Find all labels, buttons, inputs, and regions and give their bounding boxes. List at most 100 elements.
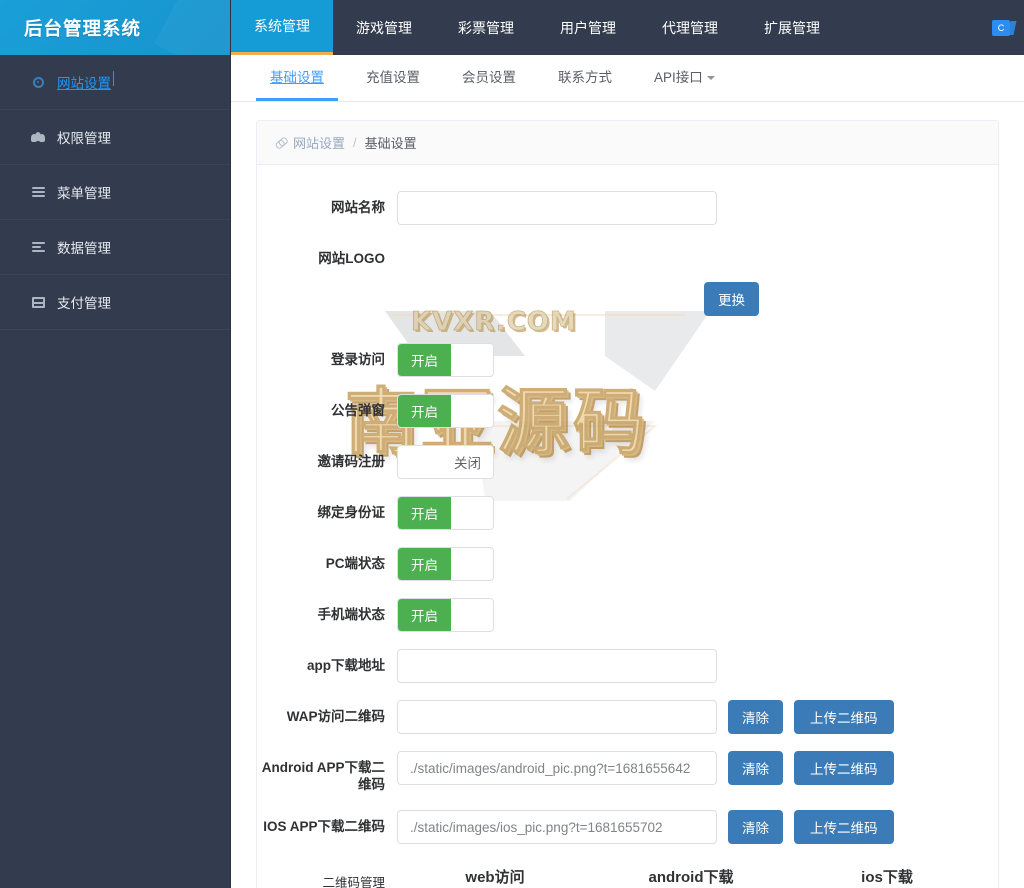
android-qr-clear-button[interactable]: 清除 bbox=[728, 751, 783, 785]
brand-header: 后台管理系统 bbox=[0, 0, 230, 55]
sidebar-item-label: 网站设置 bbox=[57, 71, 114, 92]
invite-code-register-toggle[interactable]: 关闭 bbox=[397, 445, 494, 479]
field-label: PC端状态 bbox=[325, 556, 385, 571]
breadcrumb-separator: / bbox=[353, 135, 357, 150]
form-row-android-qr: Android APP下载二维码 清除 上传二维码 bbox=[257, 751, 998, 793]
tab-label: API接口 bbox=[654, 70, 703, 85]
qr-column-web: web访问 bbox=[397, 866, 593, 888]
field-label: Android APP下载二维码 bbox=[261, 760, 385, 792]
ios-qr-clear-button[interactable]: 清除 bbox=[728, 810, 783, 844]
form-row-app-download-url: app下载地址 bbox=[257, 649, 998, 683]
nav-item-label: 系统管理 bbox=[254, 18, 310, 34]
toggle-state-label: 开启 bbox=[398, 395, 451, 427]
users-icon bbox=[28, 131, 48, 143]
wap-qr-upload-button[interactable]: 上传二维码 bbox=[794, 700, 894, 734]
bind-id-card-toggle[interactable]: 开启 bbox=[397, 496, 494, 530]
login-access-toggle[interactable]: 开启 bbox=[397, 343, 494, 377]
change-logo-button[interactable]: 更换 bbox=[704, 282, 759, 316]
field-label: 二维码管理 bbox=[322, 876, 385, 888]
field-control bbox=[397, 649, 717, 683]
logo-preview-area: 更换 bbox=[397, 242, 759, 322]
card-icon bbox=[28, 296, 48, 308]
pc-status-toggle[interactable]: 开启 bbox=[397, 547, 494, 581]
nav-item-extension[interactable]: 扩展管理 bbox=[741, 0, 843, 55]
field-control: 清除 上传二维码 bbox=[397, 751, 894, 785]
form-row-announcement-popup: 公告弹窗 开启 bbox=[257, 394, 998, 428]
user-avatar-icon[interactable]: C bbox=[992, 19, 1010, 36]
tab-basic-settings[interactable]: 基础设置 bbox=[256, 55, 338, 101]
wap-qr-input[interactable] bbox=[397, 700, 717, 734]
nav-item-label: 用户管理 bbox=[560, 19, 616, 36]
field-label: 邀请码注册 bbox=[317, 454, 386, 469]
gear-icon bbox=[28, 76, 48, 88]
nav-item-game[interactable]: 游戏管理 bbox=[333, 0, 435, 55]
sidebar-item-payment[interactable]: 支付管理 bbox=[0, 275, 230, 330]
field-label: 网站LOGO bbox=[318, 251, 385, 266]
toggle-state-label: 开启 bbox=[398, 599, 451, 631]
toggle-state-label: 开启 bbox=[398, 344, 451, 376]
sidebar-item-data[interactable]: 数据管理 bbox=[0, 220, 230, 275]
qr-column-android: android下载 bbox=[593, 866, 789, 888]
nav-item-user[interactable]: 用户管理 bbox=[537, 0, 639, 55]
tab-contact-method[interactable]: 联系方式 bbox=[544, 55, 626, 101]
qr-column-title: ios下载 bbox=[861, 869, 913, 886]
sidebar-item-permissions[interactable]: 权限管理 bbox=[0, 110, 230, 165]
field-control: 清除 上传二维码 bbox=[397, 810, 894, 844]
form-row-site-name: 网站名称 bbox=[257, 191, 998, 225]
sidebar-item-menus[interactable]: 菜单管理 bbox=[0, 165, 230, 220]
field-label: WAP访问二维码 bbox=[286, 709, 385, 724]
toggle-state-label: 开启 bbox=[398, 497, 451, 529]
tab-label: 充值设置 bbox=[366, 70, 420, 85]
link-icon bbox=[273, 134, 290, 151]
sidebar-item-website-settings[interactable]: 网站设置 bbox=[0, 55, 230, 110]
sidebar-item-label: 支付管理 bbox=[57, 296, 111, 311]
form-row-ios-qr: IOS APP下载二维码 清除 上传二维码 bbox=[257, 810, 998, 844]
toggle-state-label: 关闭 bbox=[442, 446, 493, 478]
field-label: 公告弹窗 bbox=[331, 403, 385, 418]
app-download-url-input[interactable] bbox=[397, 649, 717, 683]
form-row-invite-code-register: 邀请码注册 关闭 bbox=[257, 445, 998, 479]
tab-api-interface[interactable]: API接口 bbox=[640, 55, 729, 101]
breadcrumb-parent[interactable]: 网站设置 bbox=[293, 133, 345, 152]
wap-qr-clear-button[interactable]: 清除 bbox=[728, 700, 783, 734]
admin-dashboard: 后台管理系统 网站设置 权限管理 菜单管理 数据管理 支付管理 系统管理 游戏管… bbox=[0, 0, 1024, 888]
ios-qr-upload-button[interactable]: 上传二维码 bbox=[794, 810, 894, 844]
field-label: app下载地址 bbox=[306, 658, 385, 673]
top-navigation: 系统管理 游戏管理 彩票管理 用户管理 代理管理 扩展管理 C bbox=[231, 0, 1024, 55]
qr-column-title: web访问 bbox=[465, 869, 525, 886]
nav-item-agent[interactable]: 代理管理 bbox=[639, 0, 741, 55]
nav-item-lottery[interactable]: 彩票管理 bbox=[435, 0, 537, 55]
qr-column-title: android下载 bbox=[648, 869, 734, 886]
field-label: 绑定身份证 bbox=[317, 505, 386, 520]
settings-panel: 网站设置 / 基础设置 KVXR.COM 南亚源码 网站名称 网站LOGO 更换… bbox=[256, 120, 999, 888]
chevron-down-icon bbox=[706, 76, 715, 81]
form-row-bind-id-card: 绑定身份证 开启 bbox=[257, 496, 998, 530]
main-content: 基础设置 充值设置 会员设置 联系方式 API接口 网站设置 / 基础设置 KV… bbox=[231, 55, 1024, 888]
settings-form: 网站名称 网站LOGO 更换 登录访问 开启 公告弹窗 开启 邀请码注册 关闭 … bbox=[257, 165, 998, 888]
qr-column-ios: ios下载 bbox=[789, 866, 985, 888]
tab-label: 联系方式 bbox=[558, 70, 612, 85]
announcement-popup-toggle[interactable]: 开启 bbox=[397, 394, 494, 428]
site-name-input[interactable] bbox=[397, 191, 717, 225]
mobile-status-toggle[interactable]: 开启 bbox=[397, 598, 494, 632]
nav-item-label: 游戏管理 bbox=[356, 19, 412, 36]
brand-title: 后台管理系统 bbox=[24, 17, 142, 39]
qr-columns: web访问 android下载 ios下载 bbox=[397, 866, 998, 888]
sub-tabs: 基础设置 充值设置 会员设置 联系方式 API接口 bbox=[231, 55, 1024, 102]
nav-item-system[interactable]: 系统管理 bbox=[231, 0, 333, 55]
nav-right-area: C bbox=[992, 0, 1024, 55]
field-label: IOS APP下载二维码 bbox=[263, 819, 385, 834]
form-row-mobile-status: 手机端状态 开启 bbox=[257, 598, 998, 632]
ios-qr-input[interactable] bbox=[397, 810, 717, 844]
database-icon bbox=[28, 242, 48, 252]
sidebar-menu: 网站设置 权限管理 菜单管理 数据管理 支付管理 bbox=[0, 55, 230, 330]
form-row-pc-status: PC端状态 开启 bbox=[257, 547, 998, 581]
field-label: 网站名称 bbox=[331, 200, 385, 215]
tab-member-settings[interactable]: 会员设置 bbox=[448, 55, 530, 101]
android-qr-upload-button[interactable]: 上传二维码 bbox=[794, 751, 894, 785]
tab-label: 会员设置 bbox=[462, 70, 516, 85]
nav-item-label: 代理管理 bbox=[662, 19, 718, 36]
android-qr-input[interactable] bbox=[397, 751, 717, 785]
sidebar-item-label: 权限管理 bbox=[57, 131, 111, 146]
tab-recharge-settings[interactable]: 充值设置 bbox=[352, 55, 434, 101]
